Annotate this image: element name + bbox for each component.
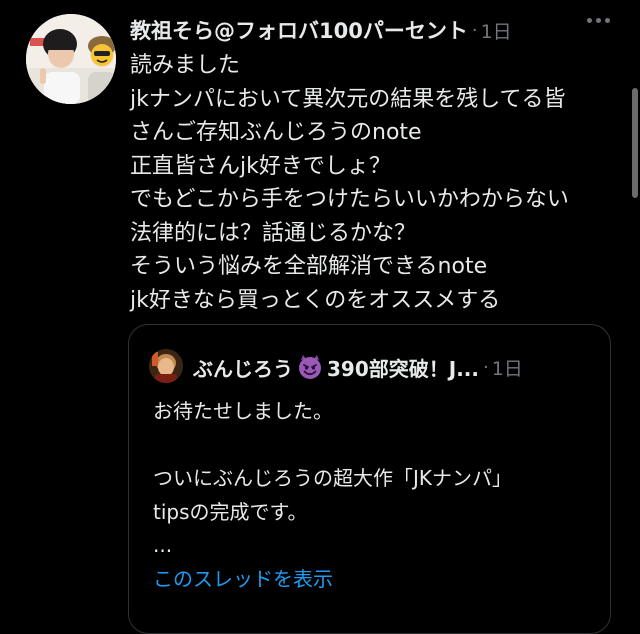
avatar-photo xyxy=(26,14,116,104)
smiling-devil-emoji xyxy=(299,355,321,379)
tweet-text-line: そういう悩みを全部解消できるnote xyxy=(130,254,488,279)
tweet-text-line: jk好きなら買っとくのをオススメする xyxy=(130,287,501,313)
quoted-tweet-header: ぶんじろう 390部突破！J... · 1日 xyxy=(193,349,523,385)
tweet-text: 読みました jkナンパにおいて異次元の結果を残してる皆 さんご存知ぶんじろうのn… xyxy=(130,49,610,317)
tweet-text-line: 法律的には？話通じるかな？ xyxy=(130,220,417,246)
tweet-text-line: jkナンパにおいて異次元の結果を残してる皆 xyxy=(130,86,566,112)
author-name[interactable]: 教祖そら@フォロバ100パーセント xyxy=(130,15,468,45)
quoted-text-line: tipsの完成です。 xyxy=(153,499,308,524)
tweet-text-line: でもどこから手をつけたらいいかわからない xyxy=(130,187,569,212)
meta-separator: · xyxy=(482,356,489,378)
tweet[interactable]: 教祖そら@フォロバ100パーセント · 1日 読みました jkナンパにおいて異次… xyxy=(0,0,640,634)
meta-separator: · xyxy=(471,19,478,41)
more-dots-icon[interactable] xyxy=(587,10,610,31)
tweet-text-line: 正直皆さんjk好きでしょ？ xyxy=(130,153,391,179)
tweet-timestamp[interactable]: 1日 xyxy=(481,17,512,44)
quoted-text-line: ... xyxy=(153,533,173,557)
quoted-tweet-timestamp[interactable]: 1日 xyxy=(492,354,523,381)
quoted-author-name-suffix[interactable]: 390部突破！J... xyxy=(327,353,479,382)
tweet-header: 教祖そら@フォロバ100パーセント · 1日 xyxy=(130,14,620,46)
tweet-text-line: 読みました xyxy=(130,53,241,78)
quoted-avatar-photo xyxy=(149,349,183,383)
quoted-text-line xyxy=(153,429,593,463)
quoted-text-line: お待たせしました。 xyxy=(153,399,333,423)
scrollbar[interactable] xyxy=(632,88,638,198)
quoted-tweet-text: お待たせしました。 ついにぶんじろうの超大作「JKナンパ」 tipsの完成です。… xyxy=(153,395,593,563)
quoted-author-avatar[interactable] xyxy=(149,349,183,383)
tweet-text-line: さんご存知ぶんじろうのnote xyxy=(130,120,422,145)
quoted-tweet[interactable]: ぶんじろう 390部突破！J... · 1日 お待たせしました。 ついにぶんじろ… xyxy=(128,324,611,634)
author-avatar[interactable] xyxy=(26,14,116,104)
quoted-text-line: ついにぶんじろうの超大作「JKナンパ」 xyxy=(153,466,513,490)
quoted-author-name[interactable]: ぶんじろう xyxy=(193,353,293,382)
show-thread-link[interactable]: このスレッドを表示 xyxy=(153,563,333,592)
